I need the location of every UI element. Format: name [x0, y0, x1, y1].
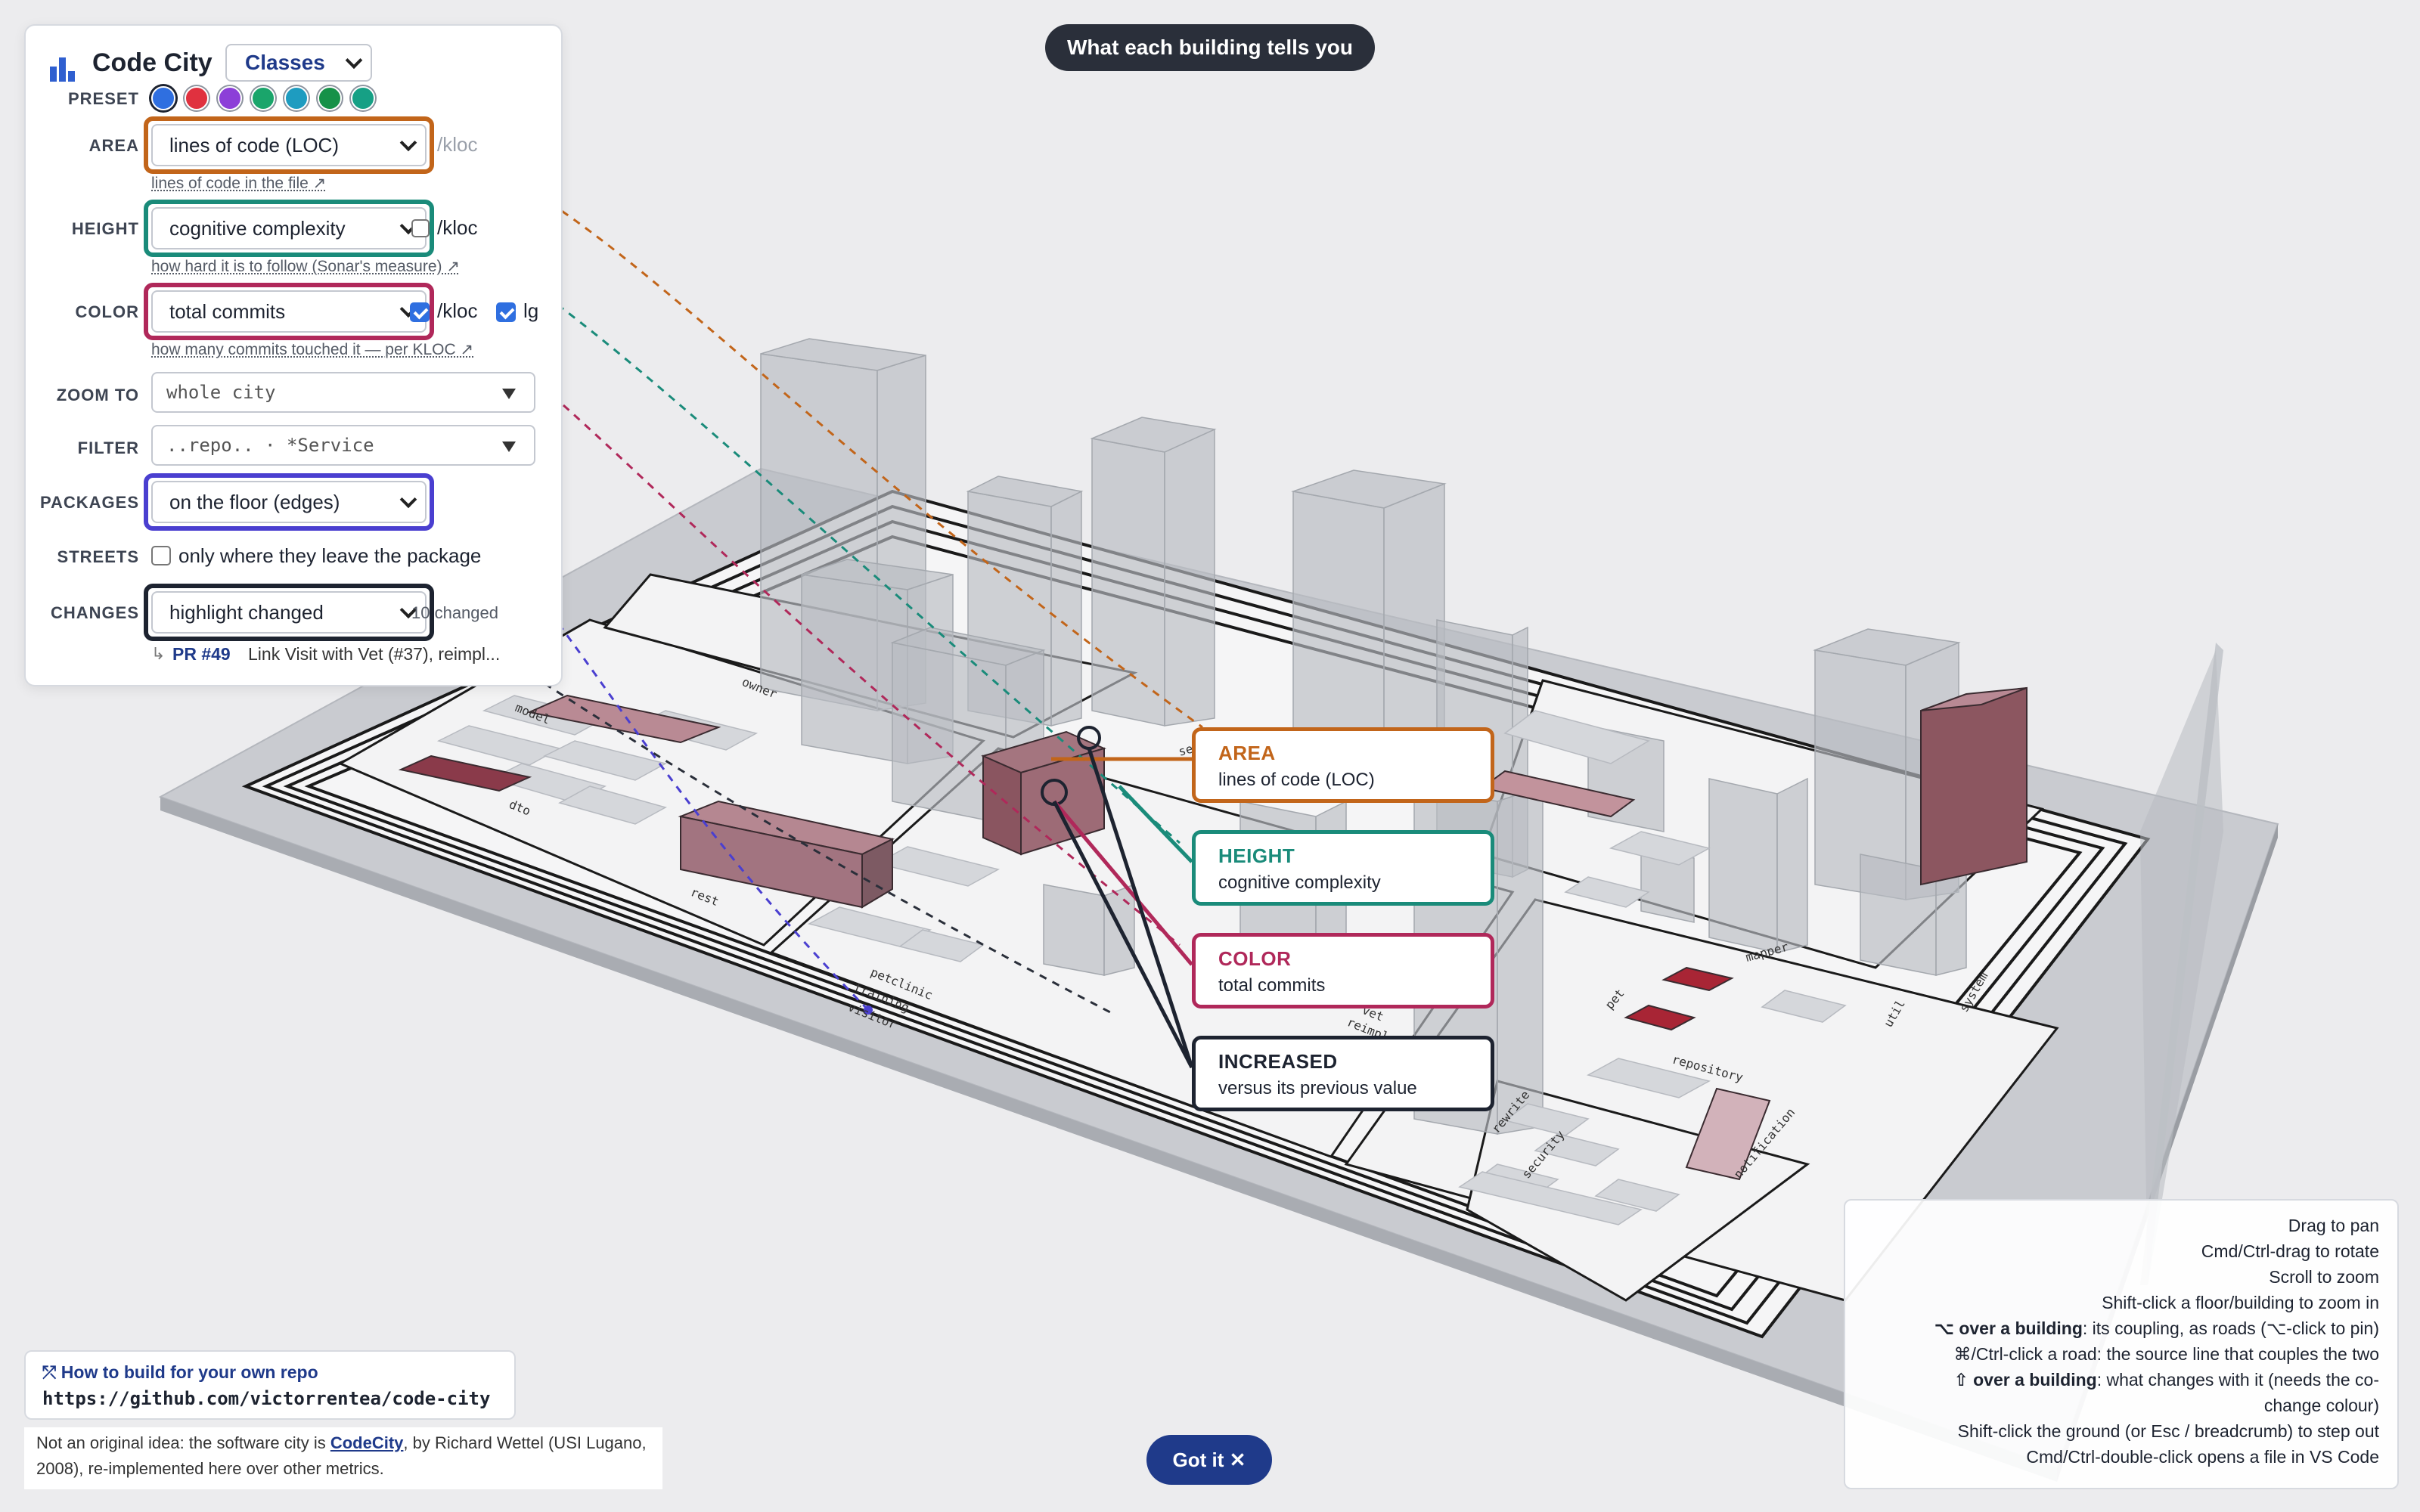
credit-pre: Not an original idea: the software city … — [36, 1433, 330, 1452]
chevron-down-icon — [399, 491, 417, 509]
packages-select[interactable]: on the floor (edges) — [151, 481, 427, 523]
changes-select-value: highlight changed — [169, 600, 324, 624]
color-per-kloc-checkbox[interactable] — [410, 302, 430, 322]
color-label: COLOR — [75, 302, 139, 321]
streets-checkbox[interactable] — [151, 546, 171, 565]
help-line: change colour) — [2263, 1396, 2379, 1415]
help-line: Shift-click a floor/building to zoom in — [2102, 1293, 2379, 1312]
zoom-to-combo[interactable]: whole city — [151, 372, 535, 413]
height-hint[interactable]: how hard it is to follow (Sonar's measur… — [151, 257, 460, 276]
help-line: ⌥ over a building: its coupling, as road… — [1934, 1318, 2379, 1338]
help-panel: Drag to pan Cmd/Ctrl-drag to rotate Scro… — [1844, 1199, 2399, 1489]
changes-label: CHANGES — [50, 603, 139, 622]
area-select-value: lines of code (LOC) — [169, 133, 339, 156]
callout-area-head: AREA — [1218, 742, 1276, 764]
codecity-link[interactable]: CodeCity — [330, 1433, 404, 1452]
callout-area: AREA lines of code (LOC) — [1192, 727, 1494, 803]
height-per-kloc-checkbox[interactable] — [411, 219, 430, 237]
help-line: ⇧ over a building: what changes with it … — [1953, 1370, 2379, 1390]
preset-swatch-cyan[interactable] — [284, 86, 309, 110]
callout-increased-head: INCREASED — [1218, 1050, 1338, 1073]
help-line: Scroll to zoom — [2269, 1267, 2379, 1287]
help-line: Cmd/Ctrl-drag to rotate — [2201, 1241, 2379, 1261]
control-panel: Code City Classes PRESET AREA lines of c… — [24, 24, 563, 686]
zoom-to-value: whole city — [166, 382, 276, 403]
scope-select[interactable]: Classes — [225, 44, 372, 82]
got-it-button[interactable]: Got it ✕ — [1146, 1435, 1272, 1485]
preset-swatch-teal[interactable] — [351, 86, 375, 110]
color-log-checkbox[interactable] — [496, 302, 516, 322]
repo-url[interactable]: https://github.com/victorrentea/code-cit… — [42, 1388, 490, 1409]
height-select-value: cognitive complexity — [169, 216, 346, 240]
chevron-down-icon — [502, 389, 516, 399]
zoom-to-label: ZOOM TO — [56, 386, 139, 404]
scope-select-value: Classes — [245, 51, 325, 74]
packages-select-value: on the floor (edges) — [169, 490, 340, 513]
area-select[interactable]: lines of code (LOC) — [151, 124, 427, 166]
callout-color: COLOR total commits — [1192, 933, 1494, 1009]
pr-description: Link Visit with Vet (#37), reimpl... — [248, 644, 501, 664]
callout-area-sub: lines of code (LOC) — [1218, 770, 1375, 790]
color-per-kloc: /kloc — [437, 299, 478, 322]
filter-input[interactable]: ..repo.. · *Service — [151, 425, 535, 466]
callout-height-head: HEIGHT — [1218, 844, 1295, 867]
credit-note: Not an original idea: the software city … — [24, 1427, 662, 1489]
pr-arrow: ↳ — [151, 644, 166, 663]
callout-color-head: COLOR — [1218, 947, 1292, 970]
callout-height-sub: cognitive complexity — [1218, 872, 1381, 893]
preset-swatch-darkgreen[interactable] — [318, 86, 342, 110]
changed-building[interactable] — [1920, 686, 2028, 886]
pr-link[interactable]: PR #49 — [172, 644, 231, 665]
height-select[interactable]: cognitive complexity — [151, 207, 427, 249]
changes-count: 10 changed — [411, 603, 498, 622]
help-line: Cmd/Ctrl-double-click opens a file in VS… — [2026, 1447, 2379, 1467]
chevron-down-icon — [345, 51, 363, 70]
howto-title[interactable]: ⤱ How to build for your own repo — [42, 1362, 318, 1383]
changes-select[interactable]: highlight changed — [151, 591, 427, 634]
bar-chart-icon — [50, 57, 75, 82]
filter-label: FILTER — [77, 438, 139, 457]
app-title: Code City — [92, 48, 213, 77]
preset-swatch-red[interactable] — [185, 86, 209, 110]
filter-placeholder: ..repo.. · *Service — [166, 435, 374, 456]
callout-color-sub: total commits — [1218, 975, 1326, 996]
preset-swatch-green[interactable] — [251, 86, 275, 110]
howto-box[interactable]: ⤱ How to build for your own repo https:/… — [24, 1350, 516, 1420]
color-select[interactable]: total commits — [151, 290, 427, 333]
help-line: Drag to pan — [2288, 1216, 2379, 1235]
callout-height: HEIGHT cognitive complexity — [1192, 830, 1494, 906]
help-line: Shift-click the ground (or Esc / breadcr… — [1957, 1421, 2379, 1441]
color-log-label: lg — [523, 299, 539, 322]
area-hint[interactable]: lines of code in the file ↗ — [151, 174, 326, 193]
packages-label: PACKAGES — [39, 493, 139, 512]
color-select-value: total commits — [169, 299, 286, 323]
area-label: AREA — [88, 136, 139, 155]
preset-label: PRESET — [67, 89, 139, 108]
preset-swatch-purple[interactable] — [218, 86, 242, 110]
preset-swatch-blue[interactable] — [151, 86, 175, 110]
color-hint[interactable]: how many commits touched it — per KLOC ↗ — [151, 340, 473, 359]
callout-increased: INCREASED versus its previous value — [1192, 1036, 1494, 1111]
height-label: HEIGHT — [71, 219, 139, 238]
chevron-down-icon — [502, 442, 516, 452]
area-per-kloc: /kloc — [437, 133, 478, 156]
callout-increased-sub: versus its previous value — [1218, 1078, 1417, 1098]
chevron-down-icon — [399, 134, 417, 152]
height-per-kloc: /kloc — [437, 216, 478, 239]
help-line: ⌘/Ctrl-click a road: the source line tha… — [1953, 1344, 2379, 1364]
overlay-title: What each building tells you — [1045, 24, 1375, 71]
streets-text: only where they leave the package — [178, 544, 482, 567]
streets-label: STREETS — [57, 547, 139, 566]
